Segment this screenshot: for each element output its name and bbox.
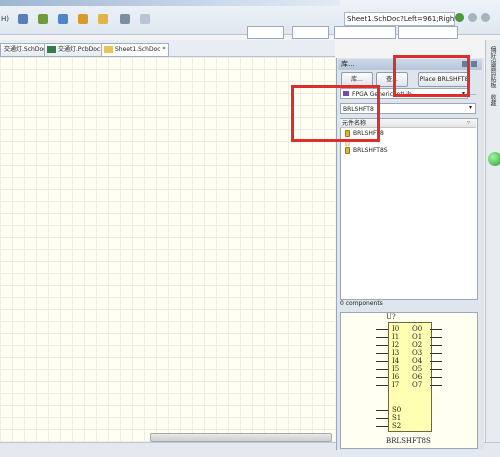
tab-label: 交通灯.SchDoc [4, 46, 47, 53]
pin-label: O7 [412, 381, 423, 389]
toolbar-combo-2[interactable] [292, 26, 329, 39]
pin-label: I3 [392, 349, 400, 357]
pin-label: S2 [392, 422, 402, 430]
tab-traffic-light-schdoc[interactable]: 交通灯.SchDoc [0, 43, 51, 57]
tab-label: Sheet1.SchDoc * [115, 46, 166, 53]
components-count: 0 components [340, 300, 383, 307]
horizontal-scrollbar[interactable] [150, 433, 332, 442]
list-item-label: BRLSHFT8S [353, 147, 388, 154]
pin-label: O6 [412, 373, 423, 381]
forward-icon[interactable] [481, 13, 490, 22]
right-tab-2[interactable]: 剪贴板 [488, 70, 497, 88]
grid-tool-icon[interactable] [120, 14, 130, 24]
toolbar-combo-3[interactable] [334, 26, 396, 39]
designator-label: U? [386, 313, 396, 321]
toolbar-combo-1[interactable] [247, 26, 284, 39]
pin-label: O3 [412, 349, 423, 357]
address-bar[interactable]: Sheet1.SchDoc?Left=961;Right= [344, 12, 455, 26]
port-tool-icon[interactable] [78, 14, 88, 24]
right-tab-1[interactable]: 偏好设置 [488, 46, 497, 70]
pin-label: I6 [392, 373, 400, 381]
sch-doc-icon [104, 46, 113, 53]
part-name-label: BRLSHFT8S [386, 437, 431, 445]
power-port-icon[interactable] [58, 14, 68, 24]
pin-label: I1 [392, 333, 400, 341]
back-icon[interactable] [468, 13, 477, 22]
dropdown-icon[interactable] [140, 14, 150, 24]
pin-label: I4 [392, 357, 400, 365]
pin-label: S1 [392, 414, 402, 422]
pin-label: I5 [392, 365, 400, 373]
right-tab-3[interactable]: 收藏 [488, 94, 497, 106]
bus-tool-icon[interactable] [38, 14, 48, 24]
pin-label: O1 [412, 333, 423, 341]
go-icon[interactable] [455, 13, 464, 22]
component-icon [345, 147, 350, 154]
more-options-icon[interactable]: … [470, 89, 478, 98]
pin-label: O5 [412, 365, 423, 373]
tab-sheet1-schdoc[interactable]: Sheet1.SchDoc * [101, 43, 170, 57]
tab-label: 交通灯.PcbDoc [58, 46, 101, 53]
pin-label: O2 [412, 341, 423, 349]
highlight-filter-area [291, 85, 380, 142]
pin-label: S0 [392, 406, 402, 414]
pin-label: I0 [392, 325, 400, 333]
right-pin-stubs [430, 329, 442, 393]
tab-traffic-light-pcbdoc[interactable]: 交通灯.PcbDoc [44, 43, 105, 57]
highlight-place-button [393, 55, 470, 97]
filter-chevron-down-icon[interactable]: ▾ [469, 104, 472, 111]
left-pin-stubs [376, 329, 388, 393]
toolbar-combo-4[interactable] [398, 26, 458, 39]
panel-close-icon[interactable] [471, 61, 477, 67]
part-tool-icon[interactable] [98, 14, 108, 24]
select-pin-stubs [376, 410, 388, 434]
pin-label: O0 [412, 325, 423, 333]
wire-tool-icon[interactable] [18, 14, 28, 24]
status-indicator-icon[interactable] [488, 152, 500, 166]
pin-label: I7 [392, 381, 400, 389]
pin-label: O4 [412, 357, 423, 365]
schematic-canvas[interactable] [0, 57, 335, 442]
pcb-doc-icon [47, 46, 56, 53]
list-item[interactable]: BRLSHFT8S [345, 146, 388, 155]
menu-fragment[interactable]: H) [1, 12, 9, 26]
pin-label: I2 [392, 341, 400, 349]
sort-icon[interactable]: ▿ [467, 119, 470, 126]
title-bar-fragment [0, 0, 340, 6]
